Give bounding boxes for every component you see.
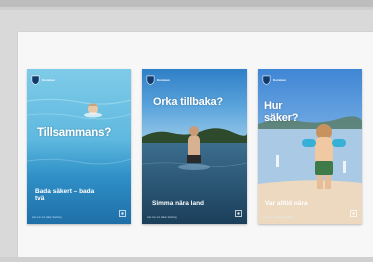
info-badge [235,210,242,217]
info-badge-icon [235,210,242,217]
info-badge [350,210,357,217]
municipality-logo: Kommun [31,75,58,85]
poster-headline: Hur säker? [264,100,299,124]
poster-headline: Tillsammans? [37,127,112,139]
municipality-name: Kommun [42,77,55,82]
poster-fineprint: Läs mer om säker badning [147,216,177,219]
municipality-logo: Kommun [146,75,173,85]
top-bar [0,0,373,7]
poster-tagline: Var alltid nära [265,200,308,207]
info-badge-icon [119,210,126,217]
municipality-logo: Kommun [262,75,289,85]
poster-headline: Orka tillbaka? [153,96,223,108]
municipality-shield-icon [146,75,155,85]
poster-together[interactable]: Kommun Tillsammans? Bada säkert – bada t… [27,69,131,224]
municipality-shield-icon [262,75,271,85]
poster-how-safe[interactable]: Kommun Hur säker? Var alltid nära Läs me… [258,69,362,224]
municipality-name: Kommun [157,77,170,82]
info-badge [119,210,126,217]
bottom-strip [0,257,373,262]
municipality-name: Kommun [273,77,286,82]
poster-fineprint: Läs mer om säker badning [32,216,62,219]
top-bar-divider [0,7,373,10]
poster-tagline: Simma nära land [152,200,205,207]
poster-fineprint: Läs mer om säker badning [263,216,293,219]
municipality-shield-icon [31,75,40,85]
poster-tagline: Bada säkert – bada tvä [35,188,95,202]
poster-make-it-back[interactable]: Kommun Orka tillbaka? Simma nära land Lä… [142,69,247,224]
info-badge-icon [350,210,357,217]
